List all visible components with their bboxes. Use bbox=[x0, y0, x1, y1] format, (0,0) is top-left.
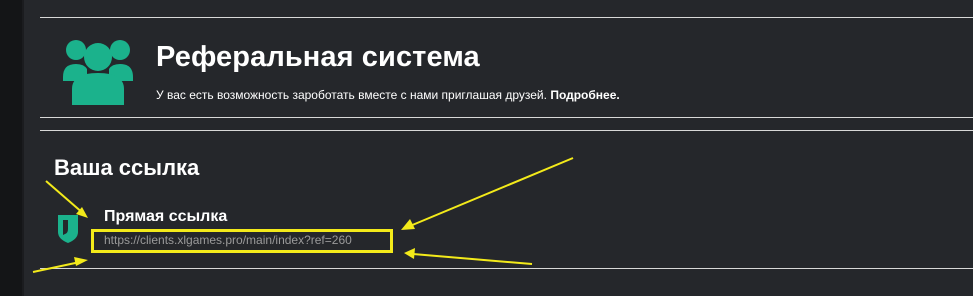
divider bbox=[40, 17, 973, 18]
sidebar-strip bbox=[0, 0, 22, 296]
divider bbox=[40, 130, 973, 131]
users-group-icon bbox=[63, 40, 133, 105]
divider bbox=[40, 117, 973, 118]
page: Реферальная система У вас есть возможнос… bbox=[0, 0, 973, 296]
page-title: Реферальная система bbox=[156, 41, 480, 73]
referral-url[interactable]: https://clients.xlgames.pro/main/index?r… bbox=[104, 233, 352, 247]
description-text: У вас есть возможность зароботать вместе… bbox=[156, 88, 551, 102]
direct-link-label: Прямая ссылка bbox=[104, 208, 228, 225]
divider bbox=[40, 268, 973, 269]
section-title: Ваша ссылка bbox=[54, 155, 200, 180]
more-link[interactable]: Подробнее. bbox=[550, 88, 619, 102]
shield-link-icon bbox=[58, 215, 78, 243]
page-description: У вас есть возможность зароботать вместе… bbox=[156, 88, 620, 102]
